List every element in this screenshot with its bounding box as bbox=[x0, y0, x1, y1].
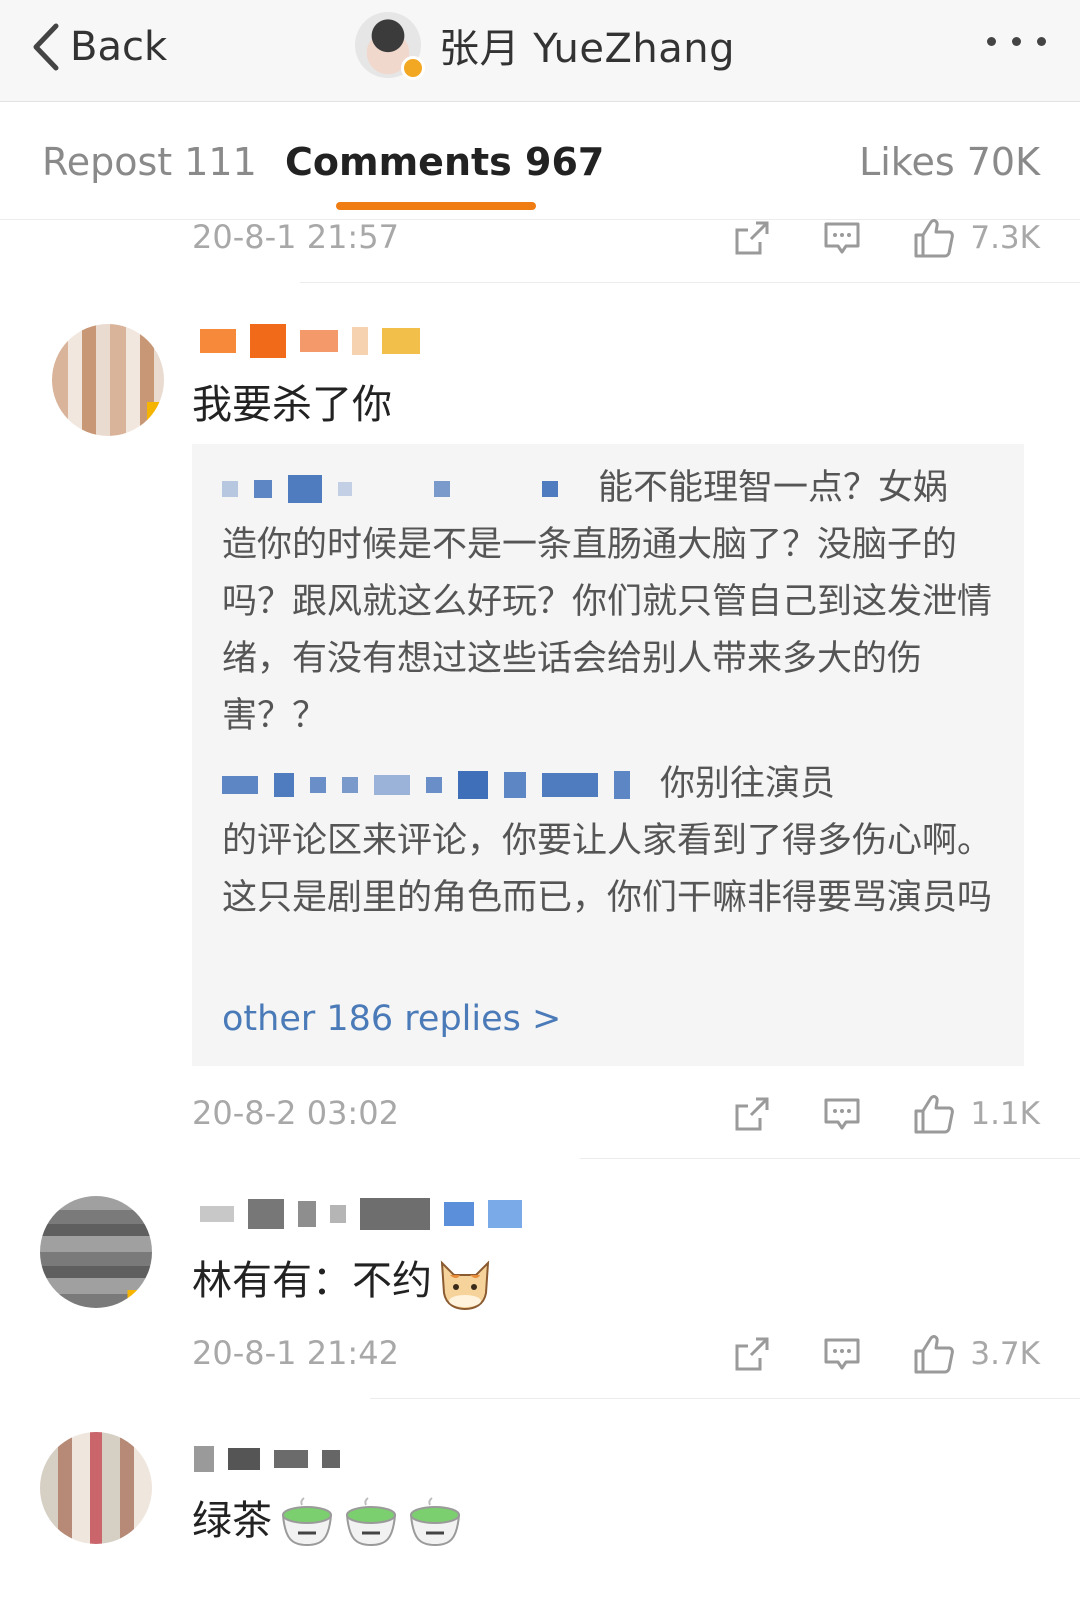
divider bbox=[512, 282, 1080, 283]
more-options-button[interactable] bbox=[987, 26, 1046, 56]
more-dot-icon bbox=[1012, 36, 1021, 46]
comment-actions: 1.1K bbox=[732, 1092, 1040, 1136]
comment-timestamp: 20-8-1 21:57 bbox=[192, 218, 399, 256]
comment-text-body: 林有有：不约 bbox=[192, 1258, 432, 1304]
tab-bar: Repost 111 Comments 967 Likes 70K bbox=[0, 102, 1080, 220]
thumbs-up-icon bbox=[914, 219, 955, 258]
chevron-left-icon bbox=[33, 23, 59, 71]
green-tea-icon bbox=[346, 1497, 396, 1547]
tab-repost[interactable]: Repost 111 bbox=[42, 140, 257, 184]
reply-username-blurred[interactable] bbox=[222, 475, 558, 503]
page-title: 张月 YueZhang bbox=[439, 26, 736, 72]
tab-comments[interactable]: Comments 967 bbox=[285, 140, 604, 184]
reply-text: 的评论区来评论，你要让人家看到了得多伤心啊。这只是剧里的角色而已，你们干嘛非得要… bbox=[222, 821, 993, 918]
comment-icon[interactable] bbox=[822, 1094, 862, 1134]
top-nav-bar: Back 张月 YueZhang bbox=[0, 0, 1080, 102]
avatar[interactable] bbox=[355, 12, 425, 80]
divider bbox=[580, 1158, 1080, 1159]
username-blurred[interactable] bbox=[194, 1446, 340, 1472]
divider bbox=[370, 1398, 1080, 1399]
comment-text: 绿茶 bbox=[192, 1488, 464, 1549]
back-button[interactable]: Back bbox=[30, 14, 167, 80]
reply-text: 造你的时候是不是一条直肠通大脑了？没脑子的吗？跟风就这么好玩？你们就只管自己到这… bbox=[222, 525, 993, 736]
comment-text: 林有有：不约 bbox=[192, 1248, 494, 1311]
comment-icon[interactable] bbox=[822, 218, 862, 258]
share-icon[interactable] bbox=[732, 1334, 772, 1374]
like-button[interactable]: 7.3K bbox=[912, 216, 1040, 260]
like-count: 7.3K bbox=[970, 220, 1040, 256]
reply-text: 能不能理智一点？女娲 bbox=[598, 468, 949, 508]
verified-badge-icon bbox=[401, 56, 425, 80]
like-button[interactable]: 3.7K bbox=[912, 1332, 1040, 1376]
avatar[interactable] bbox=[40, 1196, 152, 1308]
divider bbox=[300, 282, 512, 283]
replies-panel: 能不能理智一点？女娲 造你的时候是不是一条直肠通大脑了？没脑子的吗？跟风就这么好… bbox=[192, 444, 1024, 1066]
share-icon[interactable] bbox=[732, 218, 772, 258]
thumbs-up-icon bbox=[914, 1095, 955, 1134]
username-blurred[interactable] bbox=[200, 324, 420, 358]
comment-text-body: 绿茶 bbox=[192, 1498, 272, 1544]
comment-timestamp: 20-8-2 03:02 bbox=[192, 1094, 399, 1132]
tab-likes[interactable]: Likes 70K bbox=[859, 140, 1040, 184]
username-blurred[interactable] bbox=[200, 1198, 522, 1230]
comment-text: 我要杀了你 bbox=[192, 382, 392, 428]
more-replies-link[interactable]: other 186 replies > bbox=[222, 999, 561, 1039]
more-dot-icon bbox=[1037, 36, 1046, 46]
active-tab-indicator bbox=[336, 202, 536, 210]
like-count: 3.7K bbox=[970, 1336, 1040, 1372]
cat-face-emoji-icon bbox=[440, 1260, 490, 1311]
reply-text: 你别往演员 bbox=[660, 764, 836, 804]
reply-username-blurred[interactable] bbox=[222, 771, 630, 799]
like-button[interactable]: 1.1K bbox=[912, 1092, 1040, 1136]
green-tea-icon bbox=[282, 1497, 332, 1547]
reply-item[interactable]: 能不能理智一点？女娲 造你的时候是不是一条直肠通大脑了？没脑子的吗？跟风就这么好… bbox=[222, 460, 992, 745]
share-icon[interactable] bbox=[732, 1094, 772, 1134]
comment-actions: 7.3K bbox=[732, 216, 1040, 260]
more-dot-icon bbox=[987, 36, 996, 46]
avatar[interactable] bbox=[40, 1432, 152, 1544]
comment-icon[interactable] bbox=[822, 1334, 862, 1374]
avatar[interactable] bbox=[52, 324, 164, 436]
thumbs-up-icon bbox=[914, 1335, 955, 1374]
comment-timestamp: 20-8-1 21:42 bbox=[192, 1334, 399, 1372]
like-count: 1.1K bbox=[970, 1096, 1040, 1132]
reply-item[interactable]: 你别往演员 的评论区来评论，你要让人家看到了得多伤心啊。这只是剧里的角色而已，你… bbox=[222, 756, 992, 927]
back-label: Back bbox=[70, 24, 168, 70]
green-tea-icon bbox=[410, 1497, 460, 1547]
profile-header[interactable]: 张月 YueZhang bbox=[355, 10, 735, 80]
comment-actions: 3.7K bbox=[732, 1332, 1040, 1376]
